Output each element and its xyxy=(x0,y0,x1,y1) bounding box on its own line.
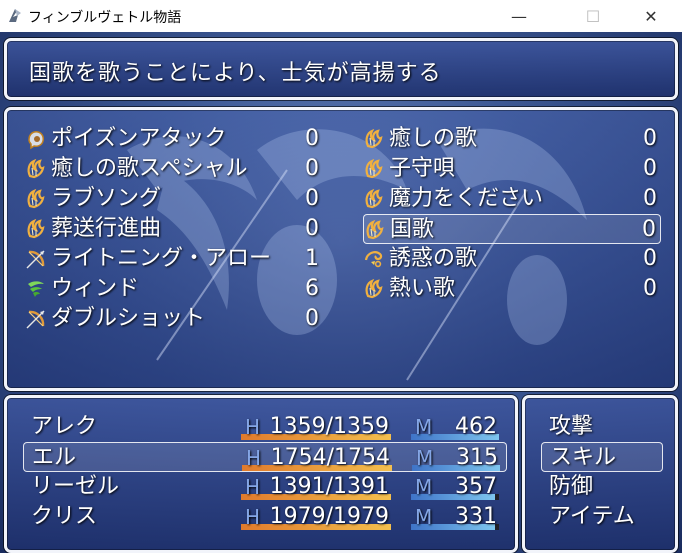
command-3[interactable]: アイテム xyxy=(541,502,663,532)
harp-icon xyxy=(363,158,385,180)
minimize-button[interactable]: — xyxy=(496,0,542,32)
help-text: 国歌を歌うことにより、士気が高揚する xyxy=(29,61,442,86)
skill-item[interactable]: 癒しの歌 0 xyxy=(363,124,661,154)
skill-item[interactable]: 国歌 0 xyxy=(363,214,661,244)
hp-value: 1391/1391 xyxy=(269,474,389,499)
harp-icon xyxy=(363,128,385,150)
party-status-window: アレク H 1359/1359 M 462 エル H 1754/1754 M 315 リーゼル H 13… xyxy=(4,395,518,553)
skill-name: ラブソング xyxy=(51,186,162,211)
skill-name: 子守唄 xyxy=(389,156,456,181)
command-label: 攻撃 xyxy=(549,414,594,439)
member-name: エル xyxy=(32,445,77,470)
harp-icon xyxy=(363,278,385,300)
mp-value: 331 xyxy=(455,504,497,529)
mp-label: M xyxy=(415,415,433,439)
mp-value: 357 xyxy=(455,474,497,499)
skill-cost: 1 xyxy=(305,246,319,271)
skill-cost: 6 xyxy=(305,276,319,301)
hp-value: 1979/1979 xyxy=(269,504,389,529)
window-titlebar: フィンブルヴェトル物語 — ☐ ✕ xyxy=(0,0,682,32)
mp-value: 462 xyxy=(455,414,497,439)
mp-value: 315 xyxy=(456,445,498,470)
skill-cost: 0 xyxy=(643,186,657,211)
app-icon xyxy=(9,9,21,22)
mp-label: M xyxy=(415,475,433,499)
hp-label: H xyxy=(245,475,261,499)
skill-cost: 0 xyxy=(305,306,319,331)
skill-item[interactable]: ダブルショット 0 xyxy=(25,304,323,334)
member-name: アレク xyxy=(31,414,98,439)
skill-item[interactable]: ライトニング・アロー 1 xyxy=(25,244,323,274)
member-name: リーゼル xyxy=(31,474,120,499)
skill-name: 国歌 xyxy=(390,217,435,242)
skill-item[interactable]: 誘惑の歌 0 xyxy=(363,244,661,274)
charm-icon xyxy=(363,248,385,270)
skill-cost: 0 xyxy=(305,156,319,181)
hp-label: H xyxy=(245,505,261,529)
bow-icon xyxy=(25,308,47,330)
skill-name: ポイズンアタック xyxy=(51,126,227,151)
skill-cost: 0 xyxy=(305,186,319,211)
help-window: 国歌を歌うことにより、士気が高揚する xyxy=(4,38,678,100)
command-label: 防御 xyxy=(549,474,594,499)
command-1[interactable]: スキル xyxy=(541,442,663,472)
window-title: フィンブルヴェトル物語 xyxy=(28,10,182,26)
mp-label: M xyxy=(416,446,434,470)
party-member-row[interactable]: リーゼル H 1391/1391 M 357 xyxy=(23,472,507,502)
skill-cost: 0 xyxy=(305,126,319,151)
hp-value: 1754/1754 xyxy=(270,445,390,470)
skill-cost: 0 xyxy=(643,156,657,181)
command-0[interactable]: 攻撃 xyxy=(541,412,663,442)
command-2[interactable]: 防御 xyxy=(541,472,663,502)
skill-cost: 0 xyxy=(642,217,656,242)
maximize-button[interactable]: ☐ xyxy=(570,0,616,32)
party-member-row[interactable]: アレク H 1359/1359 M 462 xyxy=(23,412,507,442)
skill-item[interactable]: 子守唄 0 xyxy=(363,154,661,184)
mp-label: M xyxy=(415,505,433,529)
skill-name: ダブルショット xyxy=(51,306,206,331)
skill-list-window: ポイズンアタック 0 癒しの歌 0 癒しの歌スペシャル 0 子守唄 0 ラブソング 0 魔力をくださ… xyxy=(4,107,678,391)
fist-icon xyxy=(25,128,47,150)
hp-label: H xyxy=(246,446,262,470)
skill-item[interactable]: 魔力をください 0 xyxy=(363,184,661,214)
harp-icon xyxy=(25,158,47,180)
skill-item[interactable]: ラブソング 0 xyxy=(25,184,323,214)
skill-name: 癒しの歌スペシャル xyxy=(51,156,248,181)
harp-icon xyxy=(363,188,385,210)
harp-icon xyxy=(25,218,47,240)
skill-name: 魔力をください xyxy=(389,186,544,211)
hp-value: 1359/1359 xyxy=(269,414,389,439)
party-member-row[interactable]: クリス H 1979/1979 M 331 xyxy=(23,502,507,532)
wind-icon xyxy=(25,278,47,300)
command-label: アイテム xyxy=(549,504,635,529)
skill-item[interactable]: ウィンド 6 xyxy=(25,274,323,304)
harp-icon xyxy=(364,219,386,241)
skill-name: ウィンド xyxy=(51,276,140,301)
skill-name: 癒しの歌 xyxy=(389,126,478,151)
command-label: スキル xyxy=(550,445,617,470)
skill-cost: 0 xyxy=(643,276,657,301)
game-screen: 国歌を歌うことにより、士気が高揚する ポイズンアタック 0 癒しの歌 0 癒しの歌スペシ… xyxy=(0,32,682,553)
skill-item[interactable]: 熱い歌 0 xyxy=(363,274,661,304)
party-member-row[interactable]: エル H 1754/1754 M 315 xyxy=(23,442,507,472)
skill-name: 葬送行進曲 xyxy=(51,216,162,241)
skill-name: 熱い歌 xyxy=(389,276,456,301)
skill-name: ライトニング・アロー xyxy=(51,246,272,271)
bow-icon xyxy=(25,248,47,270)
actor-command-window: 攻撃スキル防御アイテム xyxy=(522,395,678,553)
skill-cost: 0 xyxy=(305,216,319,241)
close-button[interactable]: ✕ xyxy=(628,0,674,32)
skill-item[interactable]: ポイズンアタック 0 xyxy=(25,124,323,154)
member-name: クリス xyxy=(31,504,98,529)
hp-label: H xyxy=(245,415,261,439)
skill-item[interactable]: 癒しの歌スペシャル 0 xyxy=(25,154,323,184)
skill-item[interactable]: 葬送行進曲 0 xyxy=(25,214,323,244)
skill-cost: 0 xyxy=(643,126,657,151)
harp-icon xyxy=(25,188,47,210)
skill-name: 誘惑の歌 xyxy=(389,246,478,271)
skill-cost: 0 xyxy=(643,246,657,271)
